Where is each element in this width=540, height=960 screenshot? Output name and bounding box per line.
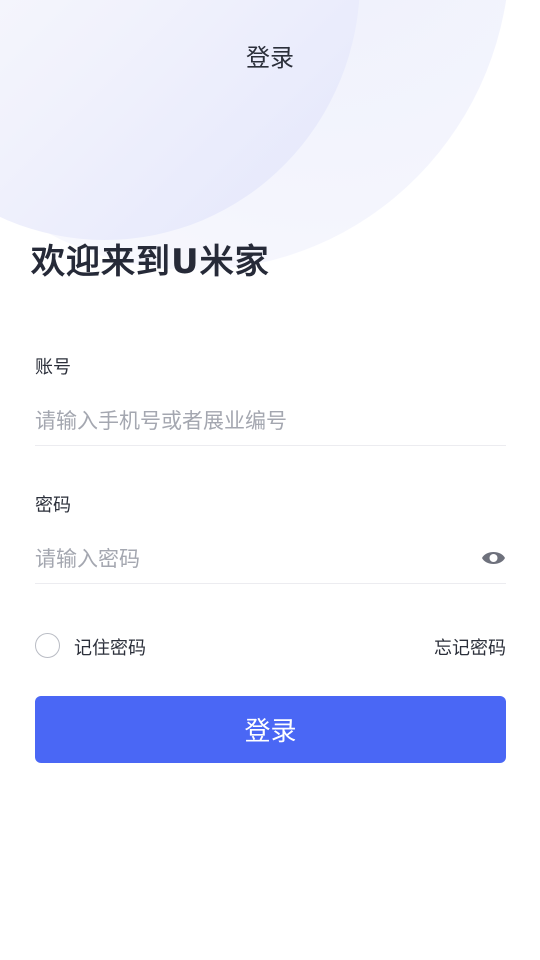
welcome-heading: 欢迎来到U米家: [31, 242, 270, 282]
remember-checkbox[interactable]: [35, 633, 60, 658]
remember-row: 记住密码 忘记密码: [35, 632, 506, 660]
account-input[interactable]: [35, 396, 506, 446]
eye-icon[interactable]: [481, 548, 506, 568]
password-input[interactable]: [35, 534, 506, 584]
login-button[interactable]: 登录: [35, 696, 506, 763]
page-title: 登录: [246, 44, 294, 72]
forgot-password-link[interactable]: 忘记密码: [434, 634, 506, 660]
remember-label[interactable]: 记住密码: [74, 634, 146, 660]
background-circle-inner: [0, 0, 360, 240]
account-label: 账号: [35, 357, 71, 378]
password-label: 密码: [35, 495, 71, 516]
